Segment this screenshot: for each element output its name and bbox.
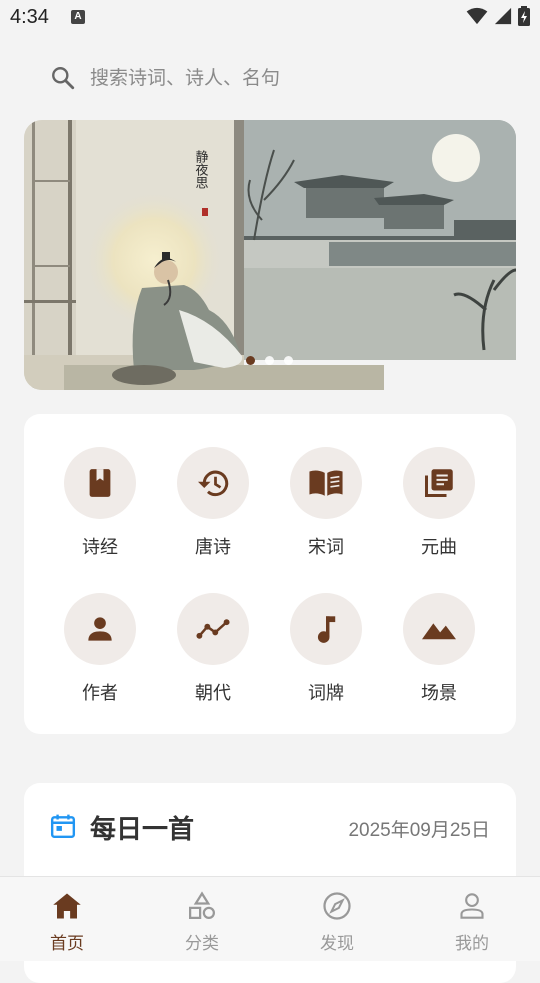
category-icon-circle bbox=[403, 593, 475, 665]
profile-icon bbox=[460, 893, 484, 919]
nav-label: 分类 bbox=[185, 934, 219, 954]
category-label: 朝代 bbox=[195, 683, 231, 704]
category-yuanqu[interactable]: 元曲 bbox=[394, 447, 484, 567]
search-bar[interactable] bbox=[24, 56, 516, 100]
status-time: 4:34 bbox=[10, 6, 49, 28]
category-icon-circle bbox=[177, 593, 249, 665]
category-icon bbox=[189, 891, 215, 919]
banner-calligraphy: 静夜思 bbox=[193, 150, 209, 189]
daily-poem-date: 2025年09月25日 bbox=[348, 820, 490, 841]
wifi-icon bbox=[466, 7, 488, 25]
search-input[interactable] bbox=[90, 62, 490, 94]
category-label: 场景 bbox=[421, 683, 457, 704]
nav-category[interactable]: 分类 bbox=[142, 889, 262, 954]
book-icon bbox=[89, 469, 111, 497]
notification-icon: A bbox=[71, 10, 85, 24]
nav-label: 首页 bbox=[50, 934, 84, 954]
open-book-icon bbox=[309, 470, 343, 496]
category-label: 元曲 bbox=[421, 537, 457, 558]
nav-discover[interactable]: 发现 bbox=[277, 889, 397, 954]
carousel-dot-3[interactable] bbox=[284, 356, 293, 365]
library-icon bbox=[425, 469, 453, 497]
nav-home[interactable]: 首页 bbox=[7, 889, 127, 954]
carousel-indicators[interactable] bbox=[246, 356, 293, 365]
category-icon-circle bbox=[64, 447, 136, 519]
category-author[interactable]: 作者 bbox=[55, 593, 145, 713]
status-bar: 4:34 A bbox=[0, 0, 540, 36]
history-icon bbox=[198, 470, 229, 497]
category-shijing[interactable]: 诗经 bbox=[55, 447, 145, 567]
category-dynasty[interactable]: 朝代 bbox=[168, 593, 258, 713]
category-icon-circle bbox=[403, 447, 475, 519]
category-icon-circle bbox=[290, 593, 362, 665]
category-songci[interactable]: 宋词 bbox=[281, 447, 371, 567]
compass-icon bbox=[323, 892, 351, 920]
search-icon[interactable] bbox=[50, 65, 76, 91]
signal-icon bbox=[494, 7, 512, 25]
category-icon-circle bbox=[64, 593, 136, 665]
calendar-icon bbox=[50, 814, 76, 839]
nav-profile[interactable]: 我的 bbox=[412, 889, 532, 954]
battery-icon bbox=[518, 6, 530, 26]
banner-carousel[interactable]: 静夜思 bbox=[24, 120, 516, 390]
person-icon bbox=[88, 617, 112, 641]
category-label: 词牌 bbox=[308, 683, 344, 704]
category-grid: 诗经 唐诗 宋词 元曲 作者 朝代 词牌 场景 bbox=[24, 414, 516, 734]
category-scene[interactable]: 场景 bbox=[394, 593, 484, 713]
landscape-icon bbox=[422, 623, 456, 640]
category-label: 诗经 bbox=[82, 537, 118, 558]
music-note-icon bbox=[317, 616, 336, 643]
bottom-navigation: 首页 分类 发现 我的 bbox=[0, 876, 540, 961]
carousel-dot-1[interactable] bbox=[246, 356, 255, 365]
carousel-dot-2[interactable] bbox=[265, 356, 274, 365]
category-label: 宋词 bbox=[308, 537, 344, 558]
category-icon-circle bbox=[290, 447, 362, 519]
category-tangshi[interactable]: 唐诗 bbox=[168, 447, 258, 567]
category-label: 作者 bbox=[82, 683, 118, 704]
nav-label: 我的 bbox=[455, 934, 489, 954]
category-cipai[interactable]: 词牌 bbox=[281, 593, 371, 713]
banner-image: 静夜思 bbox=[24, 120, 516, 390]
home-icon bbox=[53, 893, 81, 919]
daily-poem-title: 每日一首 bbox=[90, 815, 195, 845]
category-icon-circle bbox=[177, 447, 249, 519]
nav-label: 发现 bbox=[320, 934, 354, 954]
status-indicators bbox=[466, 6, 530, 26]
timeline-icon bbox=[196, 619, 230, 639]
category-label: 唐诗 bbox=[195, 537, 231, 558]
